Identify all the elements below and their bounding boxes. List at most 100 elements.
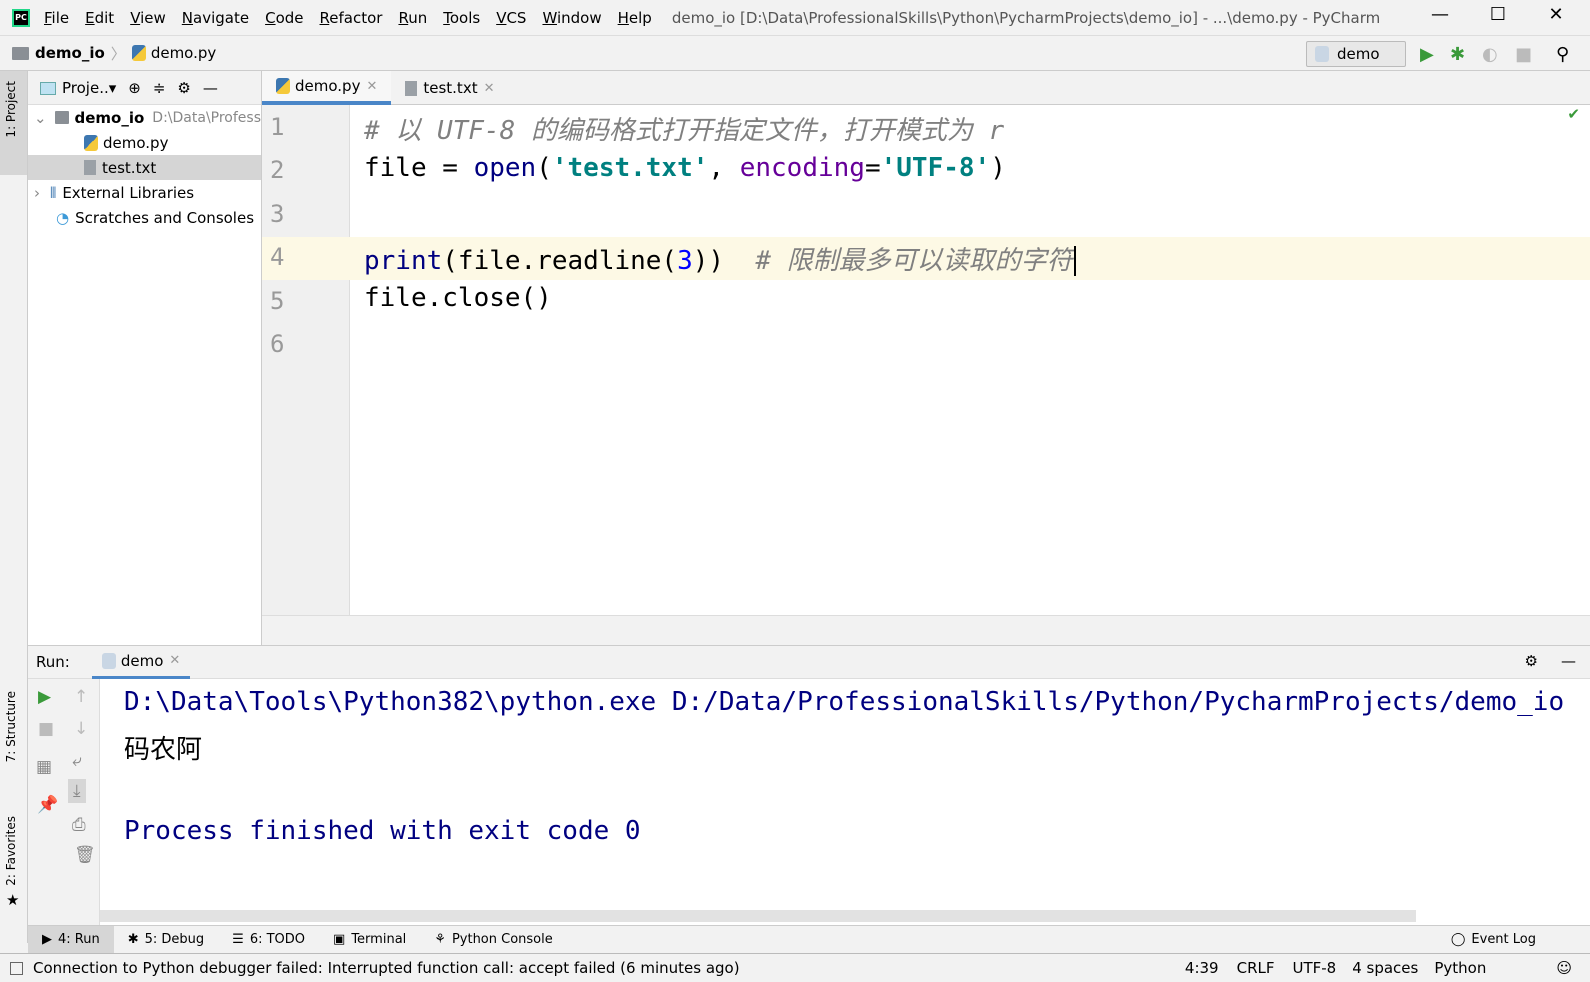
editor-tabs: demo.py ✕ test.txt ✕ bbox=[262, 71, 1590, 105]
tab-label: 6: TODO bbox=[249, 932, 306, 947]
soft-wrap-icon[interactable]: ⤶ bbox=[72, 751, 82, 771]
up-arrow-icon[interactable]: ↑ bbox=[74, 687, 88, 707]
line-gutter: 1 2 3 4 5 6 bbox=[262, 105, 350, 615]
tab-run[interactable]: ▶ 4: Run bbox=[28, 925, 114, 954]
hide-icon[interactable]: — bbox=[1561, 652, 1576, 670]
close-tab-icon[interactable]: ✕ bbox=[366, 79, 377, 94]
project-panel-header: Proje..▾ ⊕ ≑ ⚙ — bbox=[28, 71, 261, 105]
run-config-select[interactable]: demo ⌄ bbox=[1306, 41, 1406, 80]
debug-bug-icon[interactable]: ✱ bbox=[1450, 44, 1465, 65]
close-tab-icon[interactable]: ✕ bbox=[169, 653, 180, 668]
pin-icon[interactable]: 📌 bbox=[37, 795, 58, 815]
tab-label: test.txt bbox=[423, 79, 478, 97]
inspection-ok-icon: ✔ bbox=[1567, 105, 1580, 123]
scratches-icon: ◔ bbox=[56, 208, 70, 227]
python-file-icon bbox=[276, 78, 290, 94]
structure-tool-tab[interactable]: 7: Structure bbox=[4, 691, 18, 762]
tree-item-external-libraries[interactable]: › ⫴ External Libraries bbox=[28, 180, 261, 205]
close-tab-icon[interactable]: ✕ bbox=[484, 81, 495, 96]
run-label: Run: bbox=[36, 653, 70, 671]
gear-icon[interactable]: ⚙ bbox=[177, 79, 190, 97]
code-line-1: # 以 UTF-8 的编码格式打开指定文件，打开模式为 r bbox=[364, 116, 1005, 146]
event-log-icon: ◯ bbox=[1450, 932, 1466, 947]
hide-icon[interactable]: — bbox=[203, 79, 218, 97]
tree-item-test-txt[interactable]: test.txt bbox=[28, 155, 261, 180]
maximize-button[interactable]: ☐ bbox=[1478, 4, 1518, 25]
tab-test-txt[interactable]: test.txt ✕ bbox=[391, 71, 508, 105]
minimize-button[interactable]: — bbox=[1420, 4, 1460, 25]
breadcrumb-project[interactable]: demo_io bbox=[35, 44, 105, 62]
locate-icon[interactable]: ⊕ bbox=[128, 79, 141, 97]
menu-run[interactable]: Run bbox=[398, 9, 427, 27]
code-editor[interactable]: ✔ # 以 UTF-8 的编码格式打开指定文件，打开模式为 r file = o… bbox=[350, 105, 1590, 615]
navigation-bar: demo_io 〉 demo.py demo ⌄ ▶ ✱ ◐ ■ ⚲ bbox=[0, 35, 1590, 80]
tab-label: Python Console bbox=[451, 932, 553, 947]
coverage-icon[interactable]: ◐ bbox=[1482, 44, 1498, 65]
project-view-select[interactable]: Proje..▾ bbox=[40, 79, 116, 97]
event-log-button[interactable]: ◯ Event Log bbox=[1437, 926, 1550, 954]
close-window-button[interactable]: ✕ bbox=[1536, 4, 1576, 25]
menu-window[interactable]: Window bbox=[542, 9, 601, 27]
menu-navigate[interactable]: Navigate bbox=[182, 9, 249, 27]
gear-icon[interactable]: ⚙ bbox=[1525, 652, 1538, 670]
project-tool-tab[interactable]: 1: Project bbox=[4, 81, 18, 138]
run-tab-demo[interactable]: demo ✕ bbox=[91, 646, 191, 679]
stop-icon[interactable]: ■ bbox=[38, 719, 54, 739]
menu-code[interactable]: Code bbox=[265, 9, 303, 27]
menu-tools[interactable]: Tools bbox=[443, 9, 480, 27]
tree-item-label: test.txt bbox=[102, 158, 157, 177]
stop-icon[interactable]: ■ bbox=[1515, 44, 1532, 65]
search-icon[interactable]: ⚲ bbox=[1556, 44, 1569, 65]
indent-setting[interactable]: 4 spaces bbox=[1352, 959, 1418, 977]
breadcrumb-file[interactable]: demo.py bbox=[151, 44, 216, 62]
tree-item-scratches[interactable]: ◔ Scratches and Consoles bbox=[28, 205, 261, 230]
tab-label: 5: Debug bbox=[144, 932, 205, 947]
tab-terminal[interactable]: ▣ Terminal bbox=[319, 926, 420, 954]
tab-demo-py[interactable]: demo.py ✕ bbox=[262, 71, 392, 105]
menu-file[interactable]: File bbox=[44, 9, 69, 27]
star-icon: ★ bbox=[6, 891, 20, 909]
tab-label: Terminal bbox=[351, 932, 407, 947]
menu-help[interactable]: Help bbox=[618, 9, 652, 27]
tab-label: 4: Run bbox=[58, 932, 100, 947]
collapse-all-icon[interactable]: ≑ bbox=[153, 79, 166, 97]
menu-refactor[interactable]: Refactor bbox=[320, 9, 383, 27]
run-console[interactable]: D:\Data\Tools\Python382\python.exe D:/Da… bbox=[100, 679, 1590, 925]
menu-vcs[interactable]: VCS bbox=[496, 9, 526, 27]
tree-root-path: D:\Data\Profess bbox=[152, 109, 261, 126]
caret-position[interactable]: 4:39 bbox=[1185, 959, 1219, 977]
console-hscroll[interactable] bbox=[100, 910, 1416, 922]
folder-icon bbox=[12, 46, 29, 60]
line-separator[interactable]: CRLF bbox=[1237, 959, 1275, 977]
menu-edit[interactable]: Edit bbox=[85, 9, 114, 27]
down-arrow-icon[interactable]: ↓ bbox=[74, 719, 88, 739]
tab-debug[interactable]: ✱ 5: Debug bbox=[114, 926, 218, 954]
editor-hscroll[interactable] bbox=[262, 615, 1590, 645]
status-bar: Connection to Python debugger failed: In… bbox=[0, 953, 1590, 982]
rerun-icon[interactable]: ▶ bbox=[38, 687, 51, 707]
interpreter[interactable]: Python bbox=[1434, 959, 1486, 977]
folder-icon bbox=[54, 111, 69, 124]
inspector-icon[interactable]: ☺ bbox=[1556, 959, 1572, 977]
scroll-to-end-icon[interactable]: ⤓ bbox=[68, 779, 86, 803]
print-icon[interactable]: ⎙ bbox=[72, 815, 86, 835]
menu-view[interactable]: View bbox=[130, 9, 166, 27]
tab-python-console[interactable]: ⚘ Python Console bbox=[420, 926, 566, 954]
code-line-4: print(file.readline(3)) # 限制最多可以读取的字符 bbox=[364, 240, 1076, 277]
python-icon bbox=[101, 652, 116, 669]
favorites-tool-tab[interactable]: 2: Favorites bbox=[4, 816, 18, 886]
tab-label: Event Log bbox=[1471, 932, 1536, 947]
run-icon[interactable]: ▶ bbox=[1420, 44, 1434, 65]
trash-icon[interactable]: 🗑 bbox=[74, 845, 96, 865]
layout-icon[interactable]: ▦ bbox=[36, 757, 52, 777]
status-message[interactable]: Connection to Python debugger failed: In… bbox=[33, 959, 740, 977]
status-toggle-icon[interactable] bbox=[10, 961, 23, 975]
file-encoding[interactable]: UTF-8 bbox=[1292, 959, 1336, 977]
tree-root[interactable]: ⌄ demo_io D:\Data\Profess bbox=[28, 105, 261, 130]
line-number: 2 bbox=[270, 156, 285, 184]
console-line: Process finished with exit code 0 bbox=[124, 816, 641, 846]
tab-todo[interactable]: ☰ 6: TODO bbox=[218, 926, 319, 954]
tree-item-demo-py[interactable]: demo.py bbox=[28, 130, 261, 155]
run-panel-header: Run: demo ✕ ⚙ — bbox=[28, 645, 1590, 679]
text-file-icon bbox=[84, 160, 96, 175]
